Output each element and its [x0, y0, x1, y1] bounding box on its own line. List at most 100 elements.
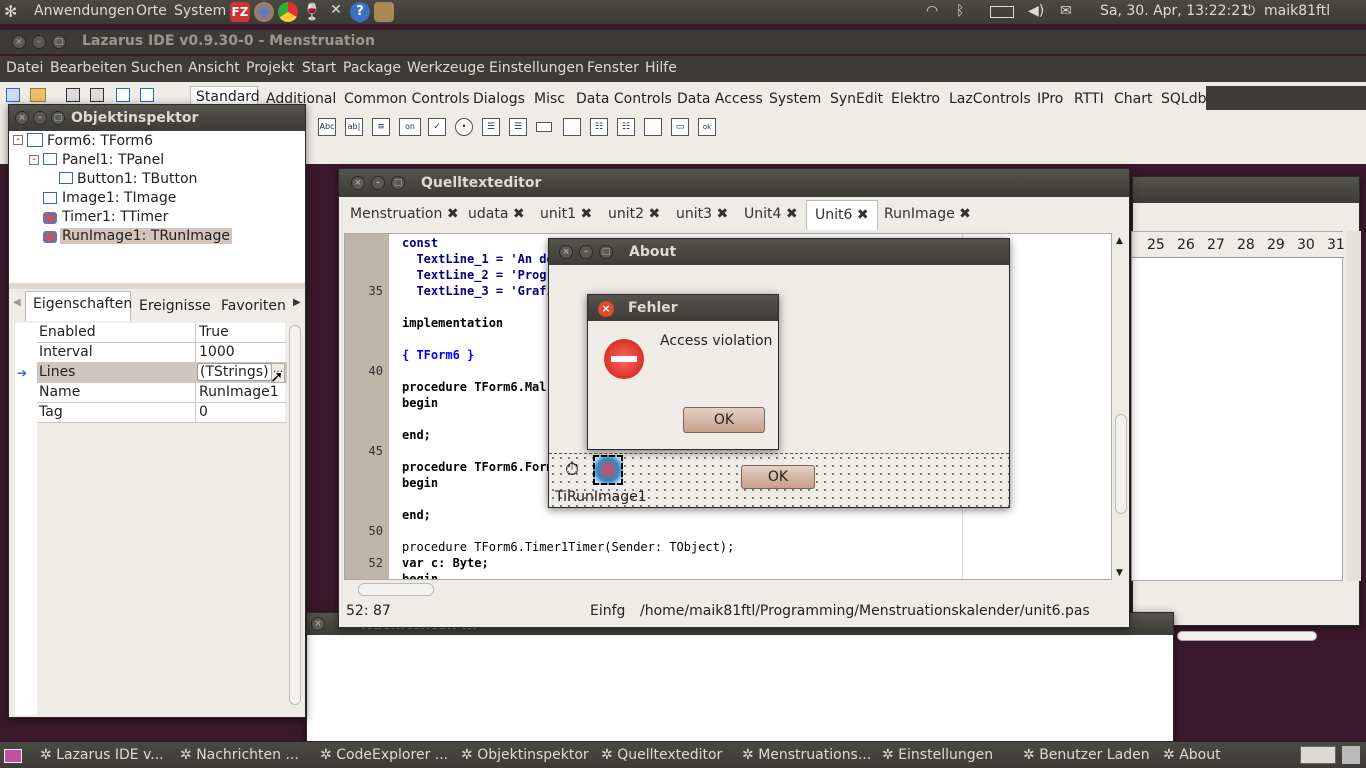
palette-tab-data-controls[interactable]: Data Controls — [576, 91, 672, 107]
trash-icon[interactable] — [1342, 746, 1360, 764]
help-icon[interactable]: ? — [350, 2, 370, 22]
checkgroup-component-icon[interactable]: ☷ — [617, 118, 635, 136]
minimize-icon[interactable]: - — [33, 111, 47, 125]
timer-component-icon[interactable]: ⏱ — [565, 459, 579, 480]
clock[interactable]: Sa, 30. Apr, 13:22:21 — [1100, 3, 1249, 19]
taskbar-item-benutzer-laden[interactable]: ✲ Benutzer Laden — [1023, 747, 1150, 763]
palette-tab-ipro[interactable]: IPro — [1037, 91, 1063, 107]
tab-eigenschaften[interactable]: Eigenschaften — [33, 296, 132, 312]
minimize-icon[interactable]: - — [32, 35, 46, 49]
tab-unit6[interactable]: Unit6 ✖ — [806, 200, 878, 230]
collapse-icon[interactable]: - — [29, 155, 39, 165]
tab-favoriten[interactable]: Favoriten — [221, 298, 286, 314]
runimage-caption[interactable]: TiRunImage1 — [555, 489, 647, 505]
tree-item-button1[interactable]: Button1: TButton — [77, 171, 197, 187]
property-scrollbar[interactable] — [289, 325, 301, 705]
menu-places[interactable]: Orte — [136, 3, 167, 19]
minimize-icon[interactable]: - — [579, 245, 593, 259]
minimize-icon[interactable]: - — [371, 176, 385, 190]
menu-package[interactable]: Package — [343, 60, 401, 76]
scrollbar-component-icon[interactable] — [536, 122, 552, 132]
prop-value[interactable]: (TStrings) — [197, 363, 272, 381]
scroll-down-icon[interactable]: ▼ — [1116, 568, 1123, 578]
menu-system[interactable]: System — [174, 3, 226, 19]
menu-start[interactable]: Start — [302, 60, 336, 76]
splitter[interactable] — [9, 283, 305, 289]
calendar-day-30[interactable]: 30 — [1297, 237, 1315, 253]
menu-applications[interactable]: Anwendungen — [34, 3, 134, 19]
palette-tab-synedit[interactable]: SynEdit — [830, 91, 883, 107]
tree-item-form6[interactable]: Form6: TForm6 — [47, 133, 153, 149]
save-icon[interactable] — [66, 88, 80, 102]
tab-unit3[interactable]: unit3 ✖ — [668, 200, 736, 230]
menu-datei[interactable]: Datei — [6, 60, 43, 76]
combobox-component-icon[interactable]: ☰ — [509, 118, 527, 136]
new-form-icon[interactable] — [116, 88, 130, 102]
menu-fenster[interactable]: Fenster — [587, 60, 639, 76]
prop-value[interactable]: 0 — [199, 404, 208, 420]
palette-tab-rtti[interactable]: RTTI — [1074, 91, 1104, 107]
palette-tab-common-controls[interactable]: Common Controls — [344, 91, 469, 107]
palette-tab-dialogs[interactable]: Dialogs — [473, 91, 525, 107]
tab-unit1[interactable]: unit1 ✖ — [532, 200, 600, 230]
palette-tab-standard[interactable]: Standard — [196, 89, 260, 105]
wine-icon[interactable]: 🍷 — [302, 2, 322, 22]
taskbar-item-menstruations[interactable]: ✲ Menstruations... — [742, 747, 871, 763]
calendar-day-25[interactable]: 25 — [1147, 237, 1165, 253]
radiobutton-component-icon[interactable]: • — [455, 118, 473, 136]
calendar-day-28[interactable]: 28 — [1237, 237, 1255, 253]
prop-value[interactable]: 1000 — [199, 344, 235, 360]
taskbar-item-einstellungen[interactable]: ✲ Einstellungen — [882, 747, 993, 763]
groupbox-component-icon[interactable] — [563, 118, 581, 136]
prop-value[interactable]: RunImage1 — [199, 384, 279, 400]
tab-runimage[interactable]: RunImage ✖ — [876, 200, 979, 230]
close-icon[interactable]: × — [351, 176, 365, 190]
close-tab-icon[interactable]: ✖ — [857, 207, 869, 223]
tab-menstruation[interactable]: Menstruation ✖ — [342, 200, 467, 230]
palette-tab-lazcontrols[interactable]: LazControls — [949, 91, 1031, 107]
save-all-icon[interactable] — [90, 88, 104, 102]
palette-tab-sqldb[interactable]: SQLdb — [1161, 91, 1206, 107]
palette-tab-elektro[interactable]: Elektro — [891, 91, 940, 107]
taskbar-item-about[interactable]: ✲ About — [1163, 747, 1221, 763]
close-icon[interactable]: × — [311, 617, 325, 631]
listbox-component-icon[interactable]: ☰ — [482, 118, 500, 136]
close-tab-icon[interactable]: ✖ — [786, 206, 798, 222]
collapse-icon[interactable]: - — [13, 135, 23, 145]
taskbar-item-nachrichten[interactable]: ✲ Nachrichten ... — [180, 747, 299, 763]
hscroll-thumb[interactable] — [358, 583, 434, 596]
runimage-component-icon[interactable] — [593, 455, 623, 485]
about-ok-button[interactable]: OK — [741, 465, 815, 489]
firefox-icon[interactable] — [254, 2, 274, 22]
palette-tab-data-access[interactable]: Data Access — [677, 91, 763, 107]
menu-ansicht[interactable]: Ansicht — [188, 60, 240, 76]
tab-ereignisse[interactable]: Ereignisse — [139, 298, 211, 314]
panel-component-icon[interactable] — [644, 118, 662, 136]
frame-component-icon[interactable]: ▭ — [671, 118, 689, 136]
menu-einstellungen[interactable]: Einstellungen — [489, 60, 584, 76]
scroll-up-icon[interactable]: ▲ — [1116, 236, 1123, 246]
radiogroup-component-icon[interactable]: ☷ — [590, 118, 608, 136]
menu-hilfe[interactable]: Hilfe — [645, 60, 677, 76]
menu-werkzeuge[interactable]: Werkzeuge — [407, 60, 485, 76]
bluetooth-icon[interactable]: ᛒ — [956, 3, 964, 19]
tree-item-image1[interactable]: Image1: TImage — [62, 190, 176, 206]
filezilla-icon[interactable]: FZ — [230, 2, 250, 22]
tab-unit2[interactable]: unit2 ✖ — [600, 200, 668, 230]
togglebox-component-icon[interactable]: on — [399, 118, 421, 136]
close-tab-icon[interactable]: ✖ — [959, 206, 971, 222]
close-icon[interactable]: × — [598, 301, 614, 317]
user-name[interactable]: maik81ftl — [1264, 3, 1330, 19]
maximize-icon[interactable]: □ — [52, 35, 66, 49]
mail-icon[interactable]: ✉ — [1060, 3, 1072, 19]
prop-row-enabled[interactable]: Enabled True — [37, 323, 287, 343]
menu-projekt[interactable]: Projekt — [246, 60, 294, 76]
memo-component-icon[interactable]: ≡ — [372, 118, 390, 136]
user-icon[interactable]: ⏻ — [1244, 3, 1255, 19]
palette-tab-chart[interactable]: Chart — [1114, 91, 1152, 107]
tab-udata[interactable]: udata ✖ — [460, 200, 533, 230]
error-ok-button[interactable]: OK — [683, 407, 765, 433]
calendar-hscrollbar[interactable] — [1177, 631, 1317, 641]
workspace-switcher[interactable] — [1300, 746, 1336, 764]
open-folder-icon[interactable] — [30, 88, 46, 102]
